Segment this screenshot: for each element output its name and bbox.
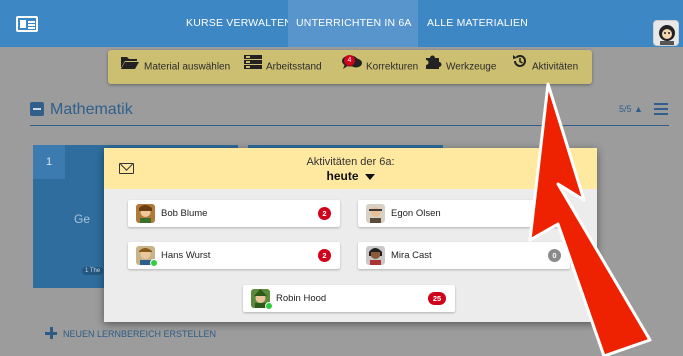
student-name: Bob Blume	[161, 208, 208, 219]
student-name: Robin Hood	[276, 293, 327, 304]
nav-unterrichten-dropdown[interactable]: UNTERRICHTEN IN 6A	[288, 0, 418, 74]
korrekturen-button[interactable]: Korrekturen	[342, 50, 418, 84]
period-label: heute	[326, 169, 359, 183]
activity-count-badge: 2	[318, 249, 331, 262]
collapse-minus-icon[interactable]	[30, 102, 44, 116]
activities-popup-header: Aktivitäten der 6a: heute	[104, 148, 597, 189]
nav-alle-materialien[interactable]: ALLE MATERIALIEN	[427, 0, 528, 47]
material-auswaehlen-label: Material auswählen	[144, 61, 231, 73]
nav-kurse-verwalten[interactable]: KURSE VERWALTEN	[186, 0, 292, 47]
student-name: Egon Olsen	[391, 208, 441, 219]
menu-hamburger-icon[interactable]	[654, 103, 668, 115]
new-learning-area-label: NEUEN LERNBEREICH ERSTELLEN	[63, 329, 217, 339]
course-heading[interactable]: Mathematik	[30, 101, 133, 121]
teaching-toolbar: Material auswählen Arbeitsstand Korrektu…	[108, 50, 592, 84]
student-avatar	[366, 246, 385, 265]
student-avatar	[366, 204, 385, 223]
student-card[interactable]: Robin Hood 25	[243, 285, 455, 312]
puzzle-icon	[424, 50, 442, 84]
user-avatar[interactable]	[653, 20, 679, 46]
korrekturen-label: Korrekturen	[366, 61, 419, 73]
heading-divider	[30, 125, 669, 126]
activities-title: Aktivitäten der 6a:	[306, 156, 395, 168]
course-title: Mathematik	[50, 101, 133, 118]
server-list-icon	[244, 50, 262, 84]
activity-count-badge: 2	[548, 207, 561, 220]
student-card[interactable]: Hans Wurst 2	[128, 242, 340, 269]
aktivitaeten-button[interactable]: Aktivitäten	[512, 50, 578, 84]
activities-popup: Aktivitäten der 6a: heute Bob Blume 2 Eg…	[104, 148, 597, 322]
activity-count-badge: 25	[428, 292, 446, 305]
student-card[interactable]: Egon Olsen 2	[358, 200, 570, 227]
material-auswaehlen-button[interactable]: Material auswählen	[120, 50, 230, 84]
user-count-text: 5/5	[619, 104, 632, 114]
new-learning-area-button[interactable]: NEUEN LERNBEREICH ERSTELLEN	[45, 327, 216, 339]
user-count-indicator: 5/5 ▲	[619, 104, 643, 114]
app-logo-icon[interactable]	[16, 16, 38, 32]
aktivitaeten-label: Aktivitäten	[532, 61, 579, 73]
arbeitsstand-label: Arbeitsstand	[266, 61, 322, 73]
korrekturen-count-badge: 4	[344, 55, 355, 66]
history-icon	[512, 50, 528, 84]
student-card[interactable]: Mira Cast 0	[358, 242, 570, 269]
card-number: 1	[33, 145, 65, 179]
plus-icon	[45, 327, 57, 339]
student-avatar	[136, 204, 155, 223]
student-card[interactable]: Bob Blume 2	[128, 200, 340, 227]
student-name: Mira Cast	[391, 250, 432, 261]
caret-down-icon	[364, 173, 375, 180]
online-status-icon	[150, 259, 158, 267]
top-navigation-bar: KURSE VERWALTEN UNTERRICHTEN IN 6A ALLE …	[0, 0, 683, 74]
arbeitsstand-button[interactable]: Arbeitsstand	[244, 50, 322, 84]
werkzeuge-button[interactable]: Werkzeuge	[424, 50, 496, 84]
folder-open-icon	[120, 50, 140, 84]
student-name: Hans Wurst	[161, 250, 211, 261]
period-dropdown[interactable]: heute	[104, 169, 597, 183]
card-tag-fragment: 1 The	[82, 267, 104, 275]
werkzeuge-label: Werkzeuge	[446, 61, 497, 73]
activity-count-badge: 2	[318, 207, 331, 220]
activity-count-badge: 0	[548, 249, 561, 262]
nav-unterrichten-label: UNTERRICHTEN IN 6A	[296, 17, 412, 29]
user-icon: ▲	[634, 104, 643, 114]
card-title-fragment: Ge	[74, 212, 91, 226]
online-status-icon	[265, 302, 273, 310]
